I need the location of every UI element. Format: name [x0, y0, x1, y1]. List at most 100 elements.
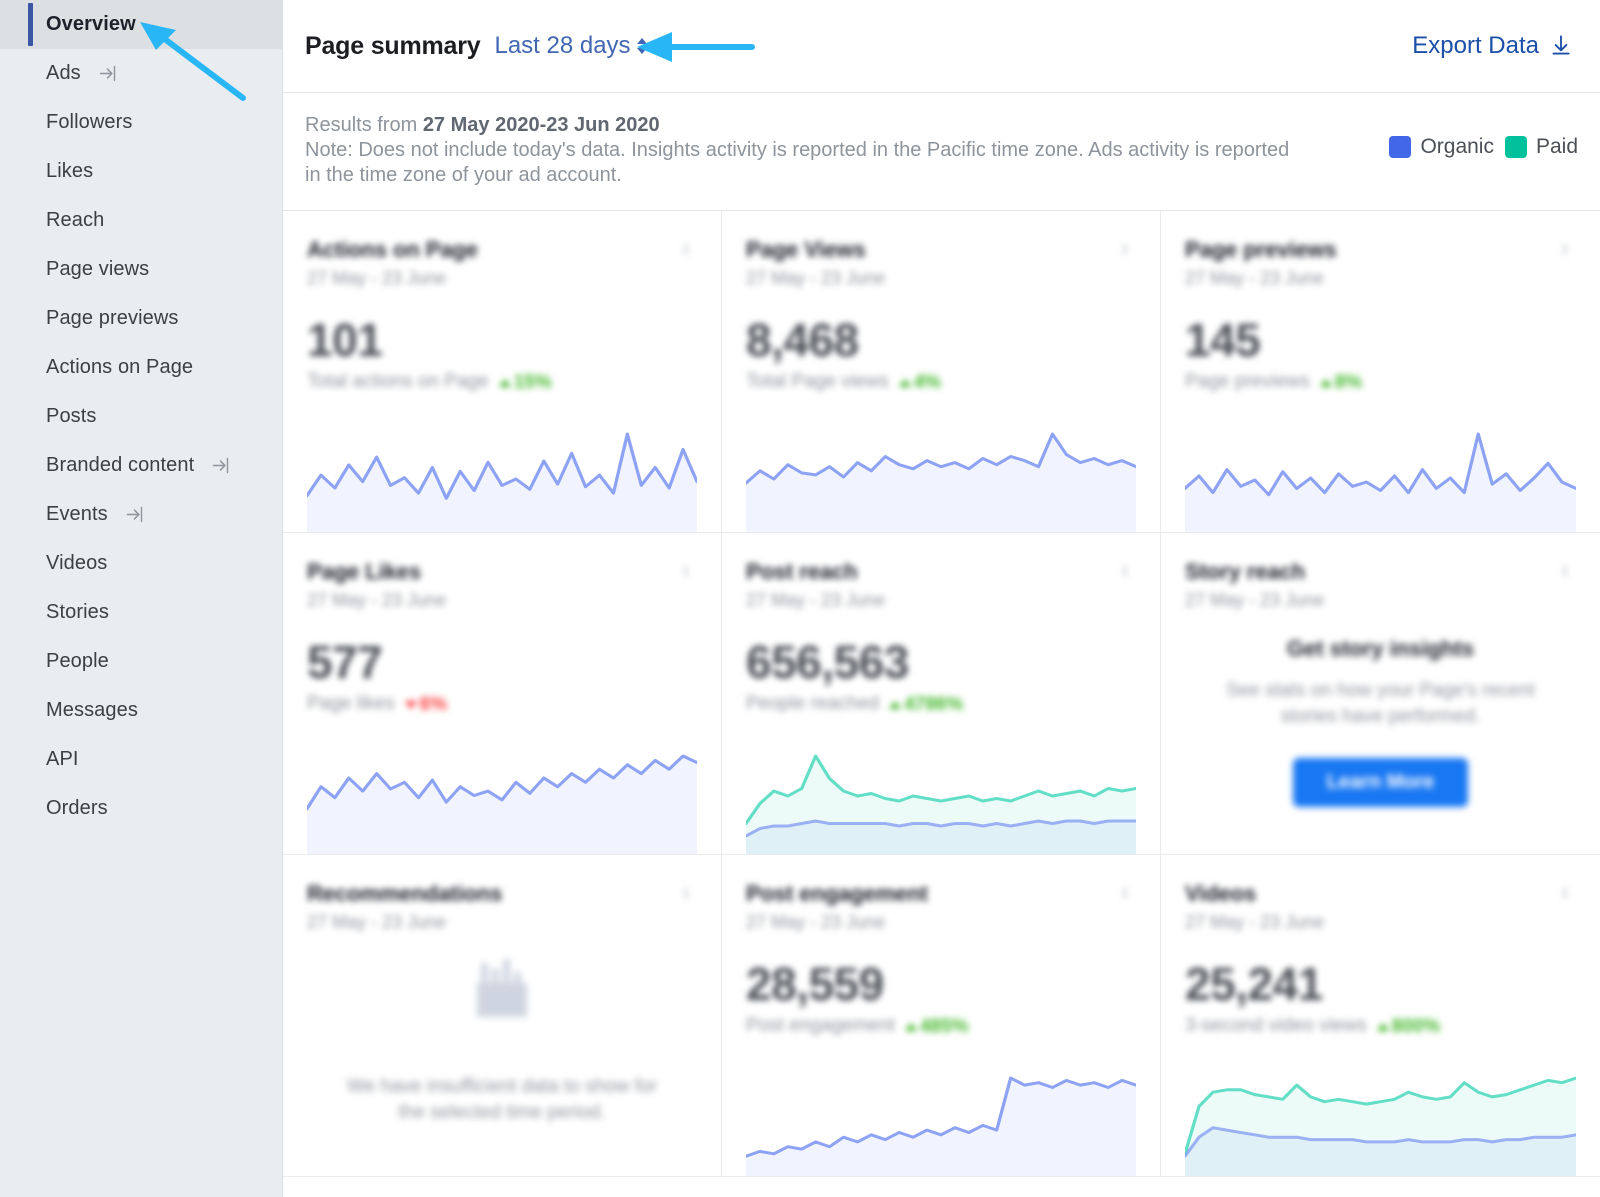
card-subtitle: 27 May - 23 June	[1185, 268, 1325, 288]
sidebar-item-ads[interactable]: Ads	[0, 49, 282, 98]
metric-delta: 15%	[498, 372, 552, 394]
summary-card-page-views[interactable]: Page Views 27 May - 23 June i 8,468 Tota…	[722, 211, 1161, 533]
summary-card-page-likes[interactable]: Page Likes 27 May - 23 June i 577 Page l…	[283, 533, 722, 855]
sparkline-chart	[307, 742, 697, 854]
sidebar-item-label: Branded content	[46, 454, 195, 476]
info-icon[interactable]: i	[675, 561, 697, 583]
sidebar-item-likes[interactable]: Likes	[0, 147, 282, 196]
summary-card-post-reach[interactable]: Post reach 27 May - 23 June i 656,563 Pe…	[722, 533, 1161, 855]
sidebar-item-stories[interactable]: Stories	[0, 588, 282, 637]
sidebar-item-reach[interactable]: Reach	[0, 196, 282, 245]
metric-value: 656,563	[746, 636, 909, 688]
legend-label: Paid	[1535, 135, 1578, 158]
sparkline-chart	[746, 742, 1136, 854]
info-icon[interactable]: i	[1554, 883, 1576, 905]
sidebar-item-label: Stories	[46, 601, 109, 623]
card-title: Page Likes	[307, 559, 421, 584]
date-range-selector[interactable]: Last 28 days	[494, 32, 648, 60]
sidebar-item-branded-content[interactable]: Branded content	[0, 441, 282, 490]
metric-value: 8,468	[746, 314, 859, 366]
card-title: Videos	[1185, 881, 1257, 906]
metric-value: 577	[307, 636, 383, 688]
card-title: Story reach	[1185, 559, 1305, 584]
card-header: Page previews 27 May - 23 June i	[1185, 237, 1576, 289]
info-icon[interactable]: i	[1114, 561, 1136, 583]
legend-swatch-icon	[1389, 136, 1412, 158]
card-metric: 656,563 People reached 4786%	[746, 637, 1136, 716]
metric-detail-row: Post engagement 485%	[746, 1015, 1136, 1038]
info-icon[interactable]: i	[675, 239, 697, 261]
metric-value: 28,559	[746, 958, 884, 1010]
download-icon	[1548, 33, 1574, 59]
sidebar-item-people[interactable]: People	[0, 637, 282, 686]
learn-more-button[interactable]: Learn More	[1292, 758, 1469, 807]
sidebar-nav: Overview Ads Followers Likes Reach Page view…	[0, 0, 282, 1197]
note-line-1: Note: Does not include today's data. Ins…	[305, 139, 1290, 161]
card-titles: Page Views 27 May - 23 June	[746, 237, 1114, 289]
info-icon[interactable]: i	[675, 883, 697, 905]
sidebar-item-followers[interactable]: Followers	[0, 98, 282, 147]
summary-card-page-previews[interactable]: Page previews 27 May - 23 June i 145 Pag…	[1161, 211, 1600, 533]
metric-delta: 6%	[404, 694, 447, 716]
card-metric: 8,468 Total Page views 4%	[746, 315, 1136, 394]
sidebar-item-events[interactable]: Events	[0, 490, 282, 539]
export-data-button[interactable]: Export Data	[1412, 32, 1578, 60]
sidebar-item-api[interactable]: API	[0, 735, 282, 784]
summary-card-actions-on-page[interactable]: Actions on Page 27 May - 23 June i 101 T…	[283, 211, 722, 533]
summary-card-recommendations[interactable]: Recommendations 27 May - 23 June i We ha…	[283, 855, 722, 1177]
sidebar-item-label: Reach	[46, 209, 105, 231]
info-icon[interactable]: i	[1554, 561, 1576, 583]
summary-card-post-engagement[interactable]: Post engagement 27 May - 23 June i 28,55…	[722, 855, 1161, 1177]
sidebar-item-videos[interactable]: Videos	[0, 539, 282, 588]
metric-label: Page previews	[1185, 371, 1310, 392]
results-prefix: Results from	[305, 114, 423, 136]
info-icon[interactable]: i	[1554, 239, 1576, 261]
sidebar-item-overview[interactable]: Overview	[0, 0, 282, 49]
card-title: Post reach	[746, 559, 858, 584]
legend-label: Organic	[1420, 135, 1494, 158]
card-title: Page previews	[1185, 237, 1337, 262]
delta-caret-icon	[404, 701, 417, 709]
sidebar-item-label: Videos	[46, 552, 108, 574]
card-subtitle: 27 May - 23 June	[307, 268, 447, 288]
card-subtitle: 27 May - 23 June	[1185, 912, 1325, 932]
info-icon[interactable]: i	[1114, 883, 1136, 905]
results-line: Results from 27 May 2020-23 Jun 2020	[305, 113, 1289, 138]
card-subtitle: 27 May - 23 June	[307, 912, 447, 932]
sidebar-item-label: API	[46, 748, 79, 770]
sidebar-item-actions-on-page[interactable]: Actions on Page	[0, 343, 282, 392]
card-metric: 101 Total actions on Page 15%	[307, 315, 697, 394]
card-header: Page Views 27 May - 23 June i	[746, 237, 1136, 289]
sidebar-item-page-views[interactable]: Page views	[0, 245, 282, 294]
metric-label: Post engagement	[746, 1015, 895, 1036]
sparkline-chart	[746, 420, 1136, 532]
sidebar-item-page-previews[interactable]: Page previews	[0, 294, 282, 343]
legend-swatch-icon	[1504, 136, 1527, 158]
export-data-label: Export Data	[1412, 32, 1539, 59]
note-line-2: in the time zone of your ad account.	[305, 164, 622, 186]
sidebar-item-orders[interactable]: Orders	[0, 784, 282, 833]
sidebar-item-label: Page previews	[46, 307, 179, 329]
sidebar-item-label: Ads	[46, 62, 81, 84]
card-titles: Actions on Page 27 May - 23 June	[307, 237, 675, 289]
card-header: Actions on Page 27 May - 23 June i	[307, 237, 697, 289]
summary-card-videos[interactable]: Videos 27 May - 23 June i 25,241 3-secon…	[1161, 855, 1600, 1177]
card-subtitle: 27 May - 23 June	[746, 912, 886, 932]
metric-delta: 800%	[1376, 1016, 1440, 1038]
metric-detail-row: 3-second video views 800%	[1185, 1015, 1576, 1038]
page-title: Page summary	[305, 31, 481, 60]
sidebar-item-messages[interactable]: Messages	[0, 686, 282, 735]
sidebar-item-label: Followers	[46, 111, 133, 133]
card-metric: 145 Page previews 8%	[1185, 315, 1576, 394]
sidebar-item-posts[interactable]: Posts	[0, 392, 282, 441]
results-date-range: 27 May 2020-23 Jun 2020	[422, 114, 660, 136]
summary-card-story-reach[interactable]: Story reach 27 May - 23 June i Get story…	[1161, 533, 1600, 855]
metric-value: 145	[1185, 314, 1261, 366]
metric-label: Page likes	[307, 693, 395, 714]
external-link-icon	[97, 63, 118, 84]
metric-delta: 485%	[904, 1016, 969, 1038]
info-icon[interactable]: i	[1114, 239, 1136, 261]
sidebar-item-label: Overview	[46, 13, 136, 35]
card-titles: Page previews 27 May - 23 June	[1185, 237, 1554, 289]
metric-delta: 8%	[1319, 372, 1362, 394]
